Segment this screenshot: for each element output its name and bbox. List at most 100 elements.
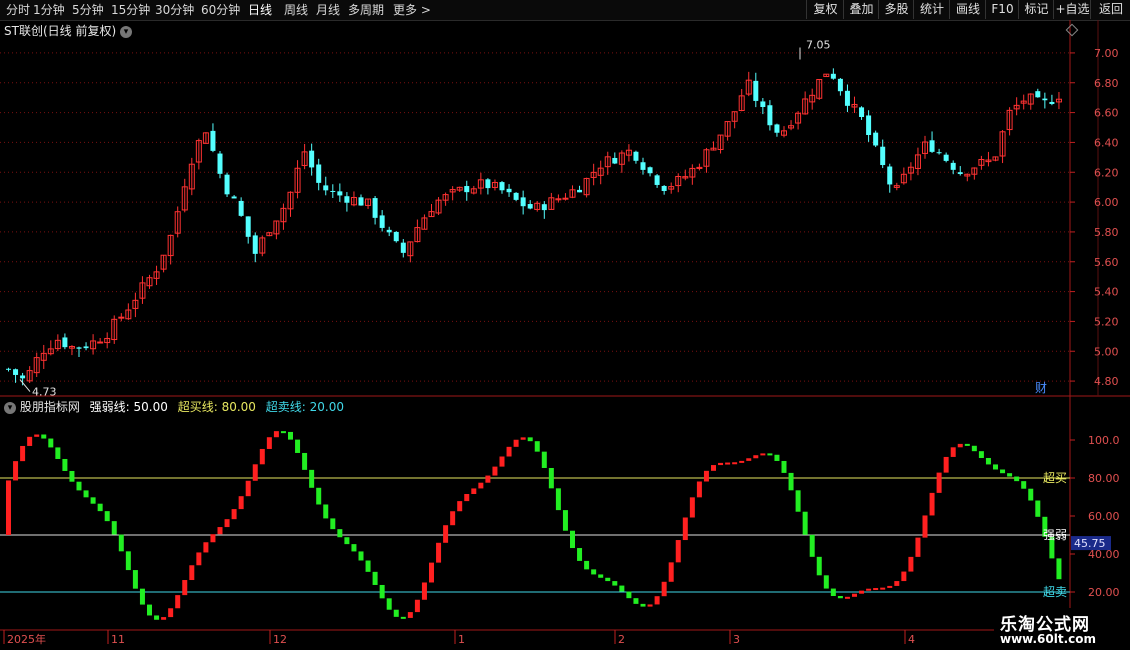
indicator-bar (541, 451, 547, 468)
indicator-bar (654, 596, 660, 605)
indicator-bar (908, 556, 914, 572)
chart-canvas[interactable]: 7.00 6.80 6.60 6.40 6.20 6.00 5.80 5.60 5.40 5.20… (0, 0, 1130, 650)
candle-body (393, 231, 399, 242)
indicator-bar (971, 445, 977, 452)
indicator-bar (132, 570, 138, 589)
diamond-icon (1065, 23, 1079, 37)
indicator-bar (943, 456, 949, 473)
indicator-bar (379, 584, 385, 599)
indicator-bar (711, 465, 716, 471)
indicator-bar (788, 472, 794, 491)
indicator-bar (245, 480, 251, 497)
indicator-bar (161, 617, 167, 620)
indicator-bar (957, 443, 963, 448)
indicator-bar (802, 511, 808, 535)
candle-body (936, 152, 942, 154)
indicator-bar (562, 510, 568, 531)
candle-body (950, 162, 956, 170)
indicator-bar (414, 599, 420, 613)
date-tick-label: 2025年 (7, 632, 46, 646)
indicator-bar (506, 446, 512, 457)
indicator-bar (1021, 481, 1027, 489)
indicator-bar (1028, 488, 1034, 501)
candle-body (844, 90, 850, 106)
candle-body (210, 130, 216, 151)
indicator-bar (619, 585, 625, 592)
indicator-bar (259, 448, 265, 465)
candle-body (887, 166, 893, 185)
indicator-bar (534, 441, 540, 452)
indicator-bar (450, 511, 456, 526)
site-watermark: 乐淘公式网 www.60lt.com (994, 608, 1130, 650)
price-tick-label: 6.20 (1094, 166, 1119, 179)
indicator-bar (844, 596, 850, 599)
indicator-tick-label: 100.0 (1088, 434, 1120, 447)
indicator-bar (689, 497, 695, 518)
indicator-bar (978, 451, 984, 458)
indicator-bar (196, 552, 202, 566)
indicator-bar (753, 455, 759, 459)
candle-body (217, 153, 223, 174)
indicator-bar (718, 462, 724, 466)
indicator-tick-label: 20.00 (1088, 586, 1120, 599)
indicator-bar (280, 431, 286, 434)
candle-body (62, 337, 68, 348)
indicator-bar (266, 437, 272, 449)
candle-body (344, 196, 350, 203)
indicator-bar (887, 585, 893, 588)
indicator-bar (55, 447, 61, 459)
candle-body (527, 204, 533, 209)
indicator-bar (527, 437, 533, 442)
indicator-bar (605, 577, 611, 582)
indicator-bar (993, 464, 998, 470)
candle-body (499, 182, 505, 191)
price-tick-label: 5.80 (1094, 226, 1119, 239)
indicator-bar (555, 488, 561, 511)
indicator-bar (189, 565, 195, 581)
indicator-bar (457, 501, 463, 512)
indicator-bar (964, 443, 970, 446)
indicator-bar (69, 470, 75, 482)
indicator-bar (703, 470, 709, 482)
indicator-bar (633, 598, 639, 604)
candle-body (464, 186, 470, 193)
indicator-bar (337, 529, 343, 538)
indicator-bar (295, 439, 301, 453)
candle-body (6, 368, 11, 370)
candle-body (577, 189, 583, 193)
oversold-tag: 超卖 (1043, 584, 1067, 599)
candle-body (506, 188, 512, 193)
candle-body (612, 157, 618, 164)
indicator-bar (175, 595, 181, 609)
indicator-bar (344, 537, 350, 545)
indicator-bar (210, 534, 216, 543)
indicator-bar (90, 497, 96, 504)
indicator-bar (203, 542, 209, 553)
indicator-tick-label: 60.00 (1088, 510, 1120, 523)
candle-body (753, 80, 759, 101)
indicator-bar (880, 587, 886, 590)
indicator-bar (302, 452, 308, 470)
indicator-bar (365, 560, 371, 572)
indicator-bar (111, 521, 117, 535)
candle-body (231, 196, 237, 199)
indicator-bar (816, 556, 822, 576)
indicator-bar (252, 464, 258, 481)
indicator-bar (62, 458, 68, 471)
candle-body (647, 167, 653, 174)
price-tick-label: 5.60 (1094, 256, 1119, 269)
indicator-bar (795, 490, 801, 512)
candle-body (323, 185, 329, 191)
indicator-bar (118, 534, 124, 552)
indicator-bar (760, 453, 766, 456)
candle-body (1042, 98, 1048, 101)
indicator-bar (873, 588, 879, 591)
date-tick-label: 4 (908, 633, 915, 646)
indicator-bar (147, 604, 152, 616)
indicator-bar (485, 475, 491, 483)
indicator-bar (358, 551, 364, 561)
indicator-bar (696, 481, 702, 498)
date-tick-label: 12 (273, 633, 287, 646)
price-tick-label: 5.40 (1094, 286, 1119, 299)
candle-body (13, 369, 19, 375)
